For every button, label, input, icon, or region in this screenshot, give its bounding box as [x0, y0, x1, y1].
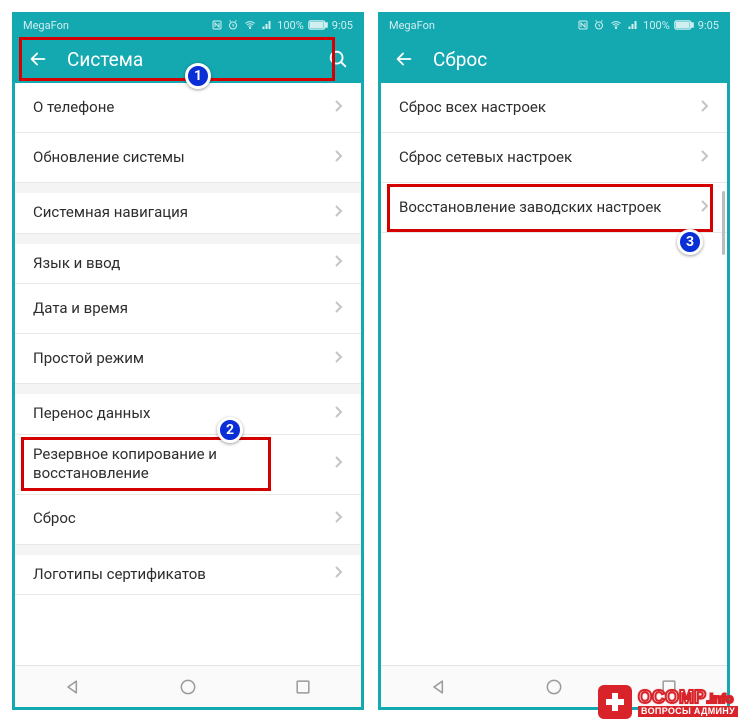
battery-label: 100% — [277, 19, 304, 32]
back-button[interactable] — [27, 48, 49, 70]
chevron-right-icon — [334, 149, 343, 167]
list-item-label: Язык и ввод — [33, 244, 334, 284]
signal-icon — [261, 19, 273, 31]
list-item-label: Резервное копирование и восстановление — [33, 435, 334, 494]
app-bar: Сброс — [381, 35, 727, 83]
list-item[interactable]: Логотипы сертификатов — [15, 545, 361, 596]
status-icons: 100% 9:05 — [577, 19, 719, 32]
status-bar: MegaFon 100% 9:05 — [15, 15, 361, 35]
list-item-label: Простой режим — [33, 339, 334, 379]
chevron-right-icon — [334, 300, 343, 318]
nav-home-button[interactable] — [178, 677, 198, 697]
list-item[interactable]: Дата и время — [15, 284, 361, 334]
alarm-icon — [227, 19, 239, 31]
square-icon — [293, 677, 313, 697]
list-item-label: Обновление системы — [33, 138, 334, 178]
status-bar: MegaFon 100% 9:05 — [381, 15, 727, 35]
time-label: 9:05 — [332, 19, 353, 32]
arrow-left-icon — [27, 48, 49, 70]
nav-bar — [15, 665, 361, 707]
alarm-icon — [593, 19, 605, 31]
phone-right: MegaFon 100% 9:05 Сброс Сброс всех настр… — [378, 12, 730, 710]
settings-list: О телефоне Обновление системы Системная … — [15, 83, 361, 665]
list-item-label: Сброс всех настроек — [399, 88, 700, 128]
triangle-left-icon — [429, 677, 449, 697]
phone-left: MegaFon 100% 9:05 Система 1 — [12, 12, 364, 710]
settings-list: Сброс всех настроек Сброс сетевых настро… — [381, 83, 727, 665]
list-item-label: Перенос данных — [33, 394, 334, 434]
search-icon — [327, 48, 349, 70]
chevron-right-icon — [700, 199, 709, 217]
chevron-right-icon — [700, 99, 709, 117]
list-item[interactable]: Сброс всех настроек — [381, 83, 727, 133]
nav-recents-button[interactable] — [293, 677, 313, 697]
list-item[interactable]: Простой режим — [15, 334, 361, 384]
search-button[interactable] — [327, 48, 349, 70]
list-item[interactable]: Сброс — [15, 495, 361, 545]
chevron-right-icon — [334, 350, 343, 368]
list-item-label: Дата и время — [33, 289, 334, 329]
list-item[interactable]: Системная навигация — [15, 183, 361, 234]
list-item[interactable]: Перенос данных — [15, 384, 361, 435]
battery-label: 100% — [643, 19, 670, 32]
chevron-right-icon — [334, 99, 343, 117]
scrollbar-thumb[interactable] — [722, 191, 725, 255]
chevron-right-icon — [700, 149, 709, 167]
arrow-left-icon — [393, 48, 415, 70]
watermark-brand: OCOMP.info — [638, 688, 738, 706]
status-icons: 100% 9:05 — [211, 19, 353, 32]
page-title: Сброс — [433, 48, 715, 71]
carrier-label: MegaFon — [23, 19, 69, 32]
wifi-icon — [609, 19, 623, 31]
list-item[interactable]: Язык и ввод — [15, 234, 361, 285]
list-item[interactable]: О телефоне — [15, 83, 361, 133]
list-item[interactable]: Восстановление заводских настроек — [381, 183, 727, 233]
step-badge-3: 3 — [677, 229, 703, 255]
chevron-right-icon — [334, 405, 343, 423]
signal-icon — [627, 19, 639, 31]
chevron-right-icon — [334, 204, 343, 222]
time-label: 9:05 — [698, 19, 719, 32]
list-item-label: О телефоне — [33, 88, 334, 128]
nav-back-button[interactable] — [429, 677, 449, 697]
chevron-right-icon — [334, 455, 343, 473]
list-item-label: Логотипы сертификатов — [33, 555, 334, 595]
watermark-tagline: ВОПРОСЫ АДМИНУ — [638, 706, 738, 717]
circle-icon — [178, 677, 198, 697]
chevron-right-icon — [334, 254, 343, 272]
list-item-label: Системная навигация — [33, 193, 334, 233]
battery-icon — [674, 20, 694, 30]
list-item[interactable]: Обновление системы — [15, 133, 361, 183]
back-button[interactable] — [393, 48, 415, 70]
triangle-left-icon — [63, 677, 83, 697]
wifi-icon — [243, 19, 257, 31]
step-badge-2: 2 — [217, 417, 243, 443]
nav-back-button[interactable] — [63, 677, 83, 697]
list-item[interactable]: Сброс сетевых настроек — [381, 133, 727, 183]
watermark: OCOMP.info ВОПРОСЫ АДМИНУ — [598, 685, 738, 719]
list-item-label: Сброс — [33, 499, 334, 539]
circle-icon — [544, 677, 564, 697]
nfc-icon — [211, 19, 223, 31]
list-item-label: Сброс сетевых настроек — [399, 138, 700, 178]
list-item-label: Восстановление заводских настроек — [399, 188, 700, 228]
chevron-right-icon — [334, 565, 343, 583]
nfc-icon — [577, 19, 589, 31]
chevron-right-icon — [334, 510, 343, 528]
carrier-label: MegaFon — [389, 19, 435, 32]
list-item[interactable]: Резервное копирование и восстановление — [15, 435, 361, 495]
nav-home-button[interactable] — [544, 677, 564, 697]
battery-icon — [308, 20, 328, 30]
plus-icon — [598, 685, 632, 719]
